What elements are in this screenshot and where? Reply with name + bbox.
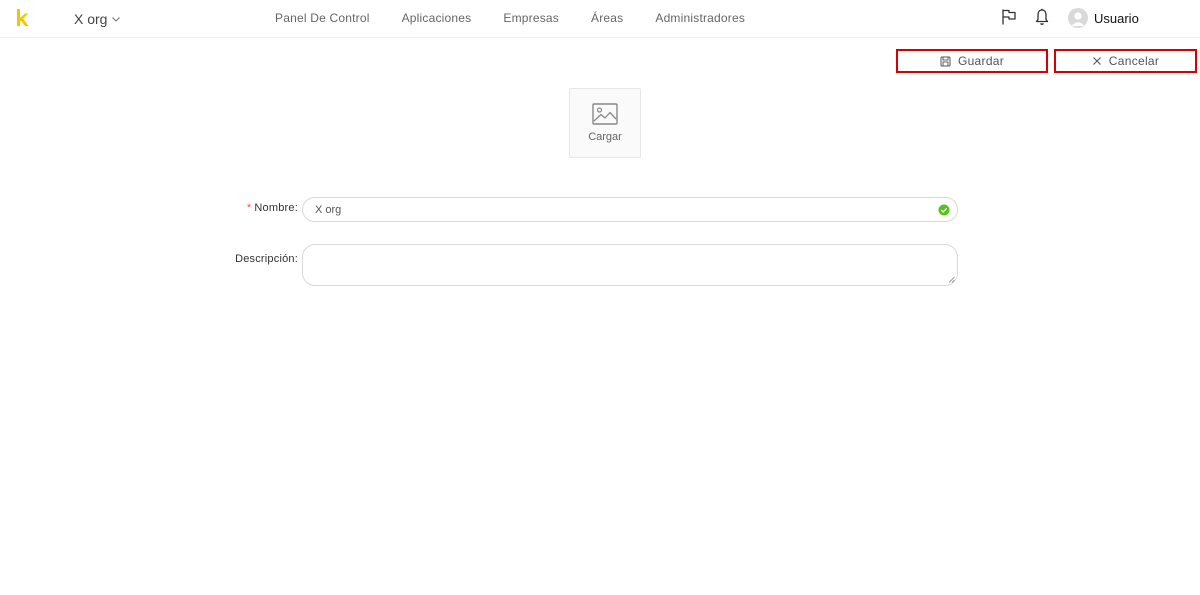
name-field[interactable] bbox=[302, 197, 958, 222]
resize-handle-icon[interactable] bbox=[948, 276, 955, 283]
description-label-text: Descripción bbox=[235, 253, 295, 265]
k-logo[interactable] bbox=[14, 8, 30, 28]
save-icon bbox=[940, 56, 951, 66]
name-label-text: Nombre bbox=[254, 202, 295, 214]
cancel-button-label: Cancelar bbox=[1108, 54, 1160, 68]
save-button-label: Guardar bbox=[957, 54, 1005, 68]
nav-item-panel-de-control[interactable]: Panel De Control bbox=[259, 11, 386, 25]
nav-item-areas[interactable]: Áreas bbox=[575, 11, 639, 25]
name-label: * Nombre: bbox=[220, 202, 298, 214]
flag-icon[interactable] bbox=[1000, 8, 1018, 26]
user-menu[interactable]: Usuario bbox=[1068, 8, 1139, 28]
nav-item-administradores[interactable]: Administradores bbox=[639, 11, 761, 25]
save-button[interactable]: Guardar bbox=[896, 49, 1048, 73]
description-label-colon: : bbox=[294, 253, 298, 265]
main-nav: Panel De Control Aplicaciones Empresas Á… bbox=[259, 0, 761, 36]
close-icon bbox=[1092, 57, 1101, 65]
check-circle-icon bbox=[938, 204, 950, 216]
user-avatar-icon bbox=[1068, 8, 1088, 28]
image-upload[interactable]: Cargar bbox=[569, 88, 641, 158]
name-label-colon: : bbox=[294, 202, 298, 214]
description-field[interactable] bbox=[302, 244, 958, 286]
org-switcher[interactable]: X org bbox=[74, 9, 121, 29]
chevron-down-icon bbox=[112, 17, 121, 22]
description-label: Descripción: bbox=[200, 253, 298, 265]
user-name: Usuario bbox=[1094, 10, 1139, 26]
nav-item-empresas[interactable]: Empresas bbox=[487, 11, 575, 25]
nav-item-aplicaciones[interactable]: Aplicaciones bbox=[386, 11, 488, 25]
cancel-button[interactable]: Cancelar bbox=[1054, 49, 1197, 73]
image-icon bbox=[592, 103, 618, 125]
required-asterisk: * bbox=[246, 202, 252, 214]
name-input[interactable] bbox=[313, 201, 913, 218]
description-input[interactable] bbox=[313, 251, 943, 279]
bell-icon[interactable] bbox=[1034, 8, 1050, 26]
header-right: Usuario bbox=[980, 0, 1200, 36]
org-name: X org bbox=[74, 11, 108, 27]
upload-label: Cargar bbox=[588, 131, 622, 143]
top-header: X org Panel De Control Aplicaciones Empr… bbox=[0, 0, 1200, 38]
